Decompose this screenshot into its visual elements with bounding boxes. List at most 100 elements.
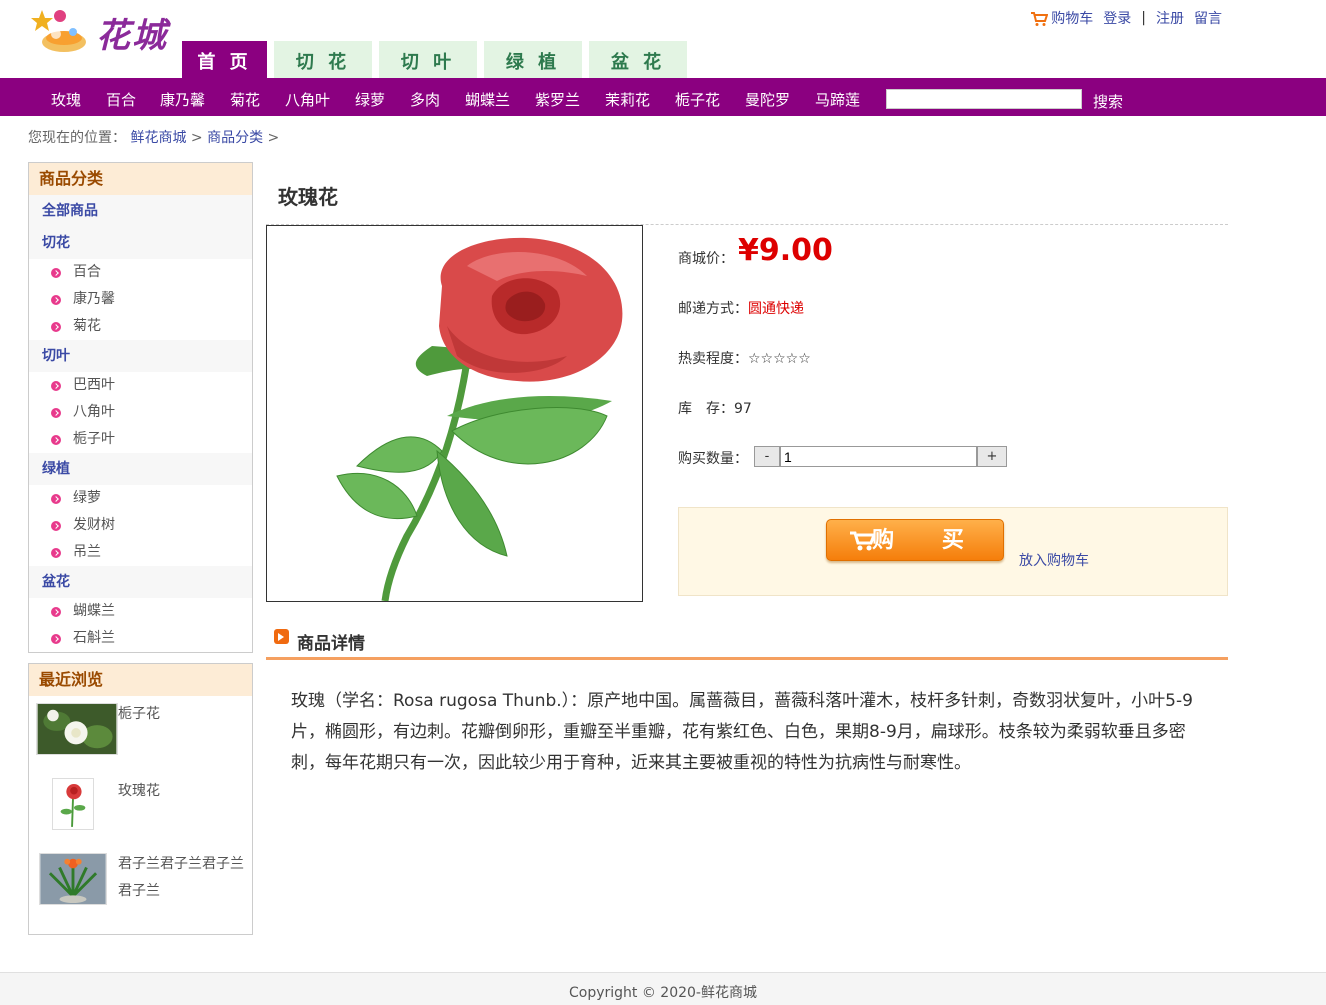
site-logo[interactable]: 花城 [28, 4, 178, 58]
section-arrow-icon [274, 629, 289, 644]
nav-item-gardenia[interactable]: 栀子花 [675, 89, 720, 110]
breadcrumb-prefix: 您现在的位置： [28, 130, 126, 146]
category-item[interactable]: 八角叶 [29, 399, 252, 426]
nav-item-succulent[interactable]: 多肉 [410, 89, 440, 110]
shipping-value: 圆通快递 [748, 301, 804, 317]
nav-item-chrysanthemum[interactable]: 菊花 [230, 89, 260, 110]
category-panel-title: 商品分类 [29, 163, 252, 195]
main-tabs: 首 页 切 花 切 叶 绿 植 盆 花 [182, 41, 687, 78]
quantity-label: 购买数量： [678, 451, 748, 467]
breadcrumb-category[interactable]: 商品分类 [207, 130, 263, 146]
category-item[interactable]: 发财树 [29, 512, 252, 539]
category-item-label: 八角叶 [73, 404, 115, 420]
category-item[interactable]: 栀子叶 [29, 426, 252, 453]
nav-item-orchid[interactable]: 蝴蝶兰 [465, 89, 510, 110]
category-group[interactable]: 绿植 [29, 453, 252, 485]
category-item-label: 绿萝 [73, 490, 101, 506]
message-link[interactable]: 留言 [1194, 8, 1222, 28]
bullet-arrow-icon [51, 633, 61, 644]
category-item[interactable]: 百合 [29, 259, 252, 286]
tab-cut-leaves[interactable]: 切 叶 [379, 41, 477, 78]
category-item[interactable]: 巴西叶 [29, 372, 252, 399]
tab-cut-flowers[interactable]: 切 花 [274, 41, 372, 78]
recent-panel-title: 最近浏览 [29, 664, 252, 696]
cart-icon [1031, 12, 1049, 26]
nav-item-pothos[interactable]: 绿萝 [355, 89, 385, 110]
bullet-arrow-icon [51, 493, 61, 504]
tab-green-plants[interactable]: 绿 植 [484, 41, 582, 78]
nav-item-calla[interactable]: 马蹄莲 [815, 89, 860, 110]
product-price: ¥9.00 [738, 233, 833, 268]
login-link[interactable]: 登录 [1103, 8, 1131, 28]
stock-value: 97 [734, 401, 752, 417]
bullet-arrow-icon [51, 407, 61, 418]
category-item-label: 巴西叶 [73, 377, 115, 393]
shipping-row: 邮递方式：圆通快递 [678, 298, 804, 318]
breadcrumb: 您现在的位置： 鲜花商城 > 商品分类 > [28, 127, 279, 147]
shipping-label: 邮递方式： [678, 301, 748, 317]
category-item-label: 百合 [73, 264, 101, 280]
nav-item-jasmine[interactable]: 茉莉花 [605, 89, 650, 110]
product-image[interactable] [266, 225, 643, 602]
cart-label: 购物车 [1051, 11, 1094, 27]
category-item[interactable]: 蝴蝶兰 [29, 598, 252, 625]
category-item[interactable]: 石斛兰 [29, 625, 252, 652]
nav-item-lily[interactable]: 百合 [106, 89, 136, 110]
category-group[interactable]: 盆花 [29, 566, 252, 598]
breadcrumb-separator: > [267, 130, 280, 146]
recent-panel: 最近浏览 栀子花 玫瑰花 君子兰君子兰君子兰君子兰 [28, 663, 253, 935]
category-item[interactable]: 康乃馨 [29, 286, 252, 313]
category-item-label: 栀子叶 [73, 431, 115, 447]
popularity-row: 热卖程度：☆☆☆☆☆ [678, 348, 811, 368]
category-group[interactable]: 切叶 [29, 340, 252, 372]
category-item-label: 康乃馨 [73, 291, 115, 307]
bullet-arrow-icon [51, 294, 61, 305]
buy-button[interactable]: 购 买 [826, 519, 1004, 561]
link-separator: | [1141, 10, 1146, 26]
nav-item-violet[interactable]: 紫罗兰 [535, 89, 580, 110]
detail-section-header: 商品详情 [266, 626, 1228, 660]
category-all[interactable]: 全部商品 [29, 195, 252, 227]
category-item[interactable]: 绿萝 [29, 485, 252, 512]
cart-link[interactable]: 购物车 [1030, 8, 1093, 28]
buy-button-label: 购 买 [872, 528, 984, 553]
tab-potted-flowers[interactable]: 盆 花 [589, 41, 687, 78]
category-group[interactable]: 切花 [29, 227, 252, 259]
category-item-label: 吊兰 [73, 544, 101, 560]
category-item[interactable]: 吊兰 [29, 539, 252, 566]
category-item[interactable]: 菊花 [29, 313, 252, 340]
breadcrumb-home[interactable]: 鲜花商城 [130, 130, 186, 146]
category-item-label: 蝴蝶兰 [73, 603, 115, 619]
popularity-stars: ☆☆☆☆☆ [748, 351, 811, 367]
quantity-decrease-button[interactable]: - [754, 446, 780, 467]
purchase-panel: 购 买 放入购物车 [678, 507, 1228, 596]
rose-image-icon [336, 237, 623, 602]
quantity-input[interactable] [780, 446, 977, 467]
bullet-arrow-icon [51, 606, 61, 617]
search-button[interactable]: 搜索 [1093, 91, 1123, 112]
product-description: 玫瑰（学名：Rosa rugosa Thunb.）：原产地中国。属蔷薇目，蔷薇科… [291, 691, 1193, 773]
copyright-text: Copyright © 2020-鲜花商城 [569, 985, 757, 1001]
recent-item-name: 栀子花 [118, 706, 160, 722]
rose-thumbnail-icon [52, 778, 94, 830]
nav-item-datura[interactable]: 曼陀罗 [745, 89, 790, 110]
logo-text: 花城 [96, 16, 168, 56]
category-item-label: 石斛兰 [73, 630, 115, 646]
bullet-arrow-icon [51, 520, 61, 531]
popularity-label: 热卖程度： [678, 351, 748, 367]
nav-item-carnation[interactable]: 康乃馨 [160, 89, 205, 110]
nav-item-rose[interactable]: 玫瑰 [51, 89, 81, 110]
register-link[interactable]: 注册 [1156, 8, 1184, 28]
gardenia-thumbnail-icon [36, 703, 118, 755]
top-links: 购物车 登录 | 注册 留言 [1030, 8, 1222, 28]
quantity-increase-button[interactable]: + [977, 446, 1007, 467]
tab-home[interactable]: 首 页 [182, 41, 267, 78]
cart-icon [850, 531, 875, 551]
stock-label: 库 存： [678, 401, 734, 417]
search-input[interactable] [886, 89, 1082, 109]
logo-emblem-icon [31, 10, 86, 52]
recent-item-name: 玫瑰花 [118, 783, 160, 799]
nav-item-octagon-leaf[interactable]: 八角叶 [285, 89, 330, 110]
add-to-cart-link[interactable]: 放入购物车 [1019, 550, 1089, 570]
product-title: 玫瑰花 [278, 185, 338, 209]
